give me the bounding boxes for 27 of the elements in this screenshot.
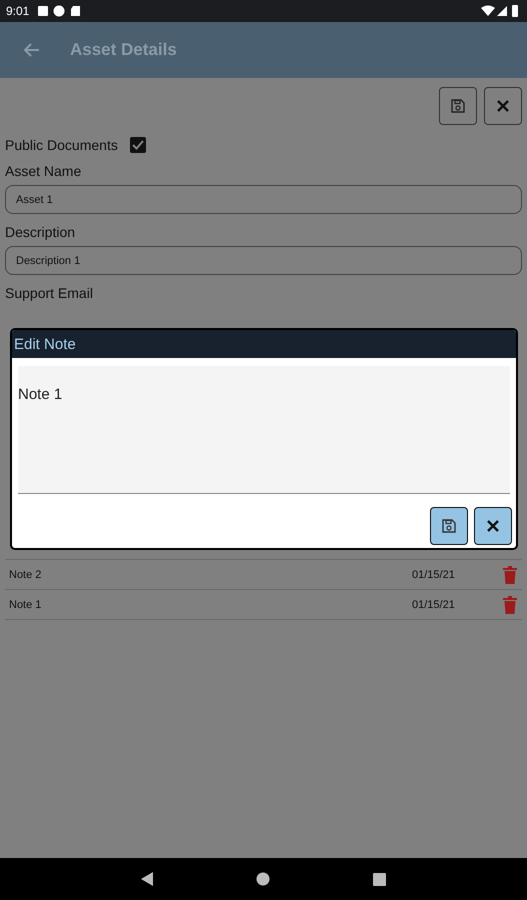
note-input[interactable]: Note 1 bbox=[18, 366, 510, 494]
checkbox[interactable] bbox=[130, 137, 146, 153]
status-icons bbox=[481, 5, 521, 17]
close-button[interactable] bbox=[484, 87, 522, 125]
save-button[interactable] bbox=[439, 87, 477, 125]
note-name: Note 2 bbox=[9, 568, 42, 580]
note-date: 01/15/21 bbox=[412, 598, 456, 610]
home-icon[interactable] bbox=[256, 872, 270, 886]
dialog-title: Edit Note bbox=[12, 330, 516, 358]
close-icon bbox=[486, 519, 500, 533]
field-label: Support Email bbox=[5, 285, 94, 301]
field-label: Description bbox=[5, 224, 76, 240]
screen-title: Asset Details bbox=[70, 40, 177, 60]
close-icon bbox=[496, 99, 510, 113]
close-button[interactable] bbox=[474, 507, 512, 545]
back-icon[interactable] bbox=[141, 872, 154, 886]
note-date: 01/15/21 bbox=[412, 568, 456, 580]
save-button[interactable] bbox=[430, 507, 468, 545]
clock: 9:01 bbox=[6, 4, 30, 18]
input-field[interactable]: Description 1 bbox=[5, 246, 522, 275]
input-field[interactable]: Asset 1 bbox=[5, 185, 522, 214]
note-name: Note 1 bbox=[9, 598, 42, 610]
save-icon bbox=[441, 518, 457, 534]
save-icon bbox=[450, 98, 466, 114]
field-label: Asset Name bbox=[5, 163, 82, 179]
field-label: Public Documents bbox=[5, 137, 118, 153]
recents-icon[interactable] bbox=[372, 872, 386, 886]
